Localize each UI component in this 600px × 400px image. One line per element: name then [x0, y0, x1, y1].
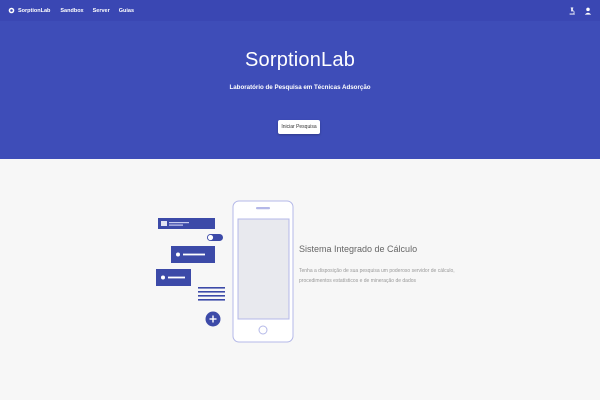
- nav-link-server[interactable]: Server: [93, 8, 110, 14]
- phone-speaker: [256, 207, 270, 210]
- start-research-button[interactable]: Iniciar Pesquisa: [278, 120, 320, 134]
- hero-section: SorptionLab Laboratório de Pesquisa em T…: [0, 21, 600, 159]
- brand-label: SorptionLab: [18, 7, 51, 14]
- microscope-icon[interactable]: [568, 6, 576, 15]
- feature-title: Sistema Integrado de Cálculo: [299, 244, 418, 254]
- feature-description: Tenha a disposição de sua pesquisa um po…: [299, 268, 455, 284]
- navbar-actions: [568, 6, 592, 15]
- logo-icon: [8, 7, 15, 14]
- app-illustration: [156, 200, 294, 343]
- top-navbar: SorptionLab Sandbox Server Guias: [0, 0, 600, 21]
- hero-title: SorptionLab: [244, 49, 356, 71]
- nav-link-sandbox[interactable]: Sandbox: [60, 8, 83, 14]
- nav-links: Sandbox Server Guias: [60, 8, 134, 14]
- phone-screen: [237, 218, 290, 320]
- text-lines-graphic: [198, 287, 225, 301]
- user-icon[interactable]: [584, 7, 592, 15]
- brand[interactable]: SorptionLab: [8, 7, 50, 14]
- hero-subtitle: Laboratório de Pesquisa em Técnicas Adso…: [229, 84, 371, 91]
- phone-home-button: [258, 325, 268, 335]
- nav-link-guias[interactable]: Guias: [119, 8, 134, 14]
